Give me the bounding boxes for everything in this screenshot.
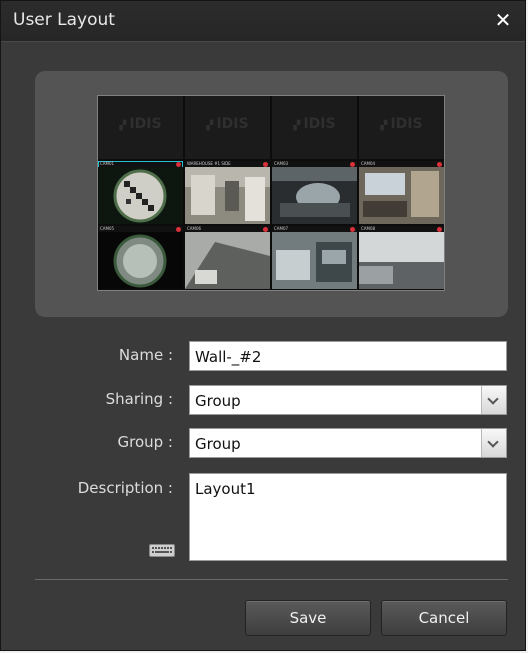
camera-label: CAM08 xyxy=(361,226,376,231)
preview-cell-empty: ▞ IDIS xyxy=(272,96,357,159)
preview-camera-cell[interactable]: CAM05 xyxy=(98,226,183,289)
preview-cell-empty: ▞ IDIS xyxy=(359,96,444,159)
office-camera-image xyxy=(359,167,444,224)
name-value: Wall-_#2 xyxy=(195,348,262,366)
preview-camera-cell[interactable]: CAM04 xyxy=(359,161,444,224)
idis-logo: ▞ IDIS xyxy=(119,116,162,132)
preview-camera-cell[interactable]: CAM01 xyxy=(98,161,183,224)
dialog-title: User Layout xyxy=(13,10,115,30)
group-select[interactable]: Group xyxy=(189,428,507,458)
description-textarea[interactable]: Layout1 xyxy=(189,473,507,561)
name-label: Name : xyxy=(118,346,173,364)
preview-camera-cell[interactable]: WAREHOUSE #1 SIDE xyxy=(185,161,270,224)
preview-cell-empty: ▞ IDIS xyxy=(98,96,183,159)
preview-cell-empty: ▞ IDIS xyxy=(185,96,270,159)
warehouse-camera-image xyxy=(185,167,270,224)
fisheye-camera-image xyxy=(98,167,183,224)
camera-label: WAREHOUSE #1 SIDE xyxy=(187,161,231,166)
camera-image xyxy=(359,232,444,289)
camera-label: CAM05 xyxy=(100,226,115,231)
camera-label: CAM01 xyxy=(100,161,115,166)
idis-logo: ▞ IDIS xyxy=(206,116,249,132)
camera-label: CAM06 xyxy=(187,226,202,231)
fisheye-camera-image xyxy=(98,232,183,289)
sharing-value: Group xyxy=(195,392,241,410)
idis-logo: ▞ IDIS xyxy=(293,116,336,132)
camera-image xyxy=(185,232,270,289)
preview-camera-cell[interactable]: CAM06 xyxy=(185,226,270,289)
description-value: Layout1 xyxy=(195,480,256,498)
group-label: Group : xyxy=(117,433,174,451)
office-camera-image xyxy=(272,232,357,289)
divider xyxy=(35,579,508,580)
close-icon[interactable]: ✕ xyxy=(491,7,515,33)
user-layout-dialog: User Layout ✕ ▞ IDIS ▞ IDIS ▞ IDIS ▞ IDI… xyxy=(0,0,526,651)
layout-preview: ▞ IDIS ▞ IDIS ▞ IDIS ▞ IDIS CAM01 WAREHO… xyxy=(97,95,445,291)
chevron-down-icon[interactable] xyxy=(481,429,506,457)
save-button[interactable]: Save xyxy=(245,600,371,636)
layout-preview-panel: ▞ IDIS ▞ IDIS ▞ IDIS ▞ IDIS CAM01 WAREHO… xyxy=(35,71,508,317)
preview-camera-cell[interactable]: CAM03 xyxy=(272,161,357,224)
preview-camera-cell[interactable]: CAM07 xyxy=(272,226,357,289)
name-input[interactable]: Wall-_#2 xyxy=(189,341,507,371)
sharing-select[interactable]: Group xyxy=(189,385,507,415)
description-label: Description : xyxy=(77,479,173,497)
chevron-down-icon[interactable] xyxy=(481,386,506,414)
camera-image xyxy=(272,167,357,224)
camera-label: CAM07 xyxy=(274,226,289,231)
camera-label: CAM04 xyxy=(361,161,376,166)
idis-logo: ▞ IDIS xyxy=(380,116,423,132)
keyboard-icon[interactable] xyxy=(149,544,175,557)
sharing-label: Sharing : xyxy=(105,390,173,408)
preview-camera-cell[interactable]: CAM08 xyxy=(359,226,444,289)
title-bar: User Layout ✕ xyxy=(1,1,525,42)
group-value: Group xyxy=(195,435,241,453)
cancel-button[interactable]: Cancel xyxy=(381,600,507,636)
camera-label: CAM03 xyxy=(274,161,289,166)
